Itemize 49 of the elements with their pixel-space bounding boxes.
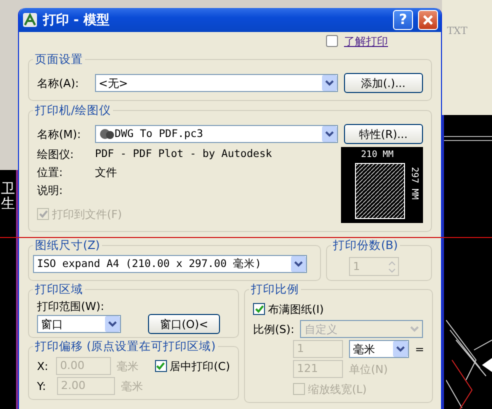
group-title: 打印偏移 (原点设置在可打印区域) [33,339,218,354]
checkbox[interactable] [253,303,265,315]
group-title: 打印比例 [249,282,301,297]
checkbox-label: 布满图纸(I) [268,302,324,316]
field-label: 名称(M): [37,126,82,142]
group-title: 页面设置 [33,52,85,67]
add-button[interactable]: 添加(.)... [344,73,423,93]
help-button[interactable]: ? [393,10,413,30]
dropdown[interactable]: ISO expand A4 (210.00 x 297.00 毫米) [33,255,307,273]
dropdown[interactable]: DWG To PDF.pc3 [94,125,338,143]
field-label: X: [37,360,50,372]
checkbox[interactable] [154,360,167,372]
toolbar-text: TXT [447,26,468,37]
info-value: PDF - PDF Plot - by Autodesk [95,148,272,160]
window-title: 打印 - 模型 [43,12,110,29]
field-label: 名称(A): [37,76,80,90]
group-title: 打印份数(B) [331,238,400,253]
group-title: 打印区域 [33,282,85,297]
checkbox-label: 缩放线宽(L) [308,382,367,396]
help-link[interactable]: 了解打印 [344,34,388,48]
close-icon[interactable] [422,14,434,26]
hatched-paper-drawing [355,163,405,219]
info-label: 位置: [37,164,64,180]
unit-label: 毫米 [121,378,143,394]
drawing-line [444,136,492,141]
unit-label: 毫米 [116,358,139,374]
info-label: 绘图仪: [37,146,75,162]
app-icon [22,12,38,28]
equals-sign: = [415,342,424,356]
checkbox-label: 打印到文件(F) [52,206,122,222]
window-button[interactable]: 窗口(O)< [148,314,220,334]
close-button[interactable] [418,10,438,30]
dropdown[interactable]: 窗口 [37,315,121,333]
plotter-icon [98,128,115,140]
properties-button[interactable]: 特性(R)... [344,124,423,144]
dropdown[interactable]: <无> [94,74,338,92]
field-label: 比例(S): [253,322,294,336]
unit-label: 单位(N) [349,362,388,376]
group-title: 打印机/绘图仪 [33,103,113,118]
field-label: 打印范围(W): [37,299,106,314]
info-value: 文件 [95,164,117,180]
group-title: 图纸尺寸(Z) [33,238,102,253]
width-dimension: 210 MM [361,150,394,160]
info-label: 说明: [37,182,64,198]
height-dimension: 297 MM [409,167,419,200]
checkbox-label: 居中打印(C) [170,358,230,374]
field-label: Y: [37,380,47,392]
drawing-text: 卫 生 [1,182,15,213]
dropdown[interactable]: 毫米 [349,340,409,358]
